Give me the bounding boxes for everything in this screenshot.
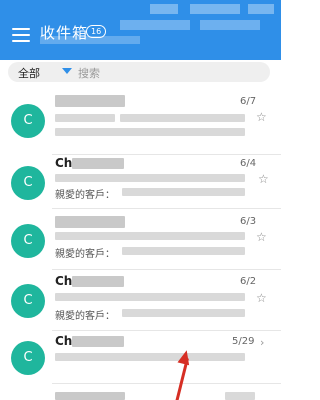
message-row[interactable]: C Ch 6/4 ☆ 親愛的客戶： (0, 156, 281, 220)
preview-blur (122, 247, 245, 255)
preview-blur (55, 232, 245, 240)
message-date: 6/7 (240, 96, 257, 107)
message-date: 6/4 (240, 158, 257, 169)
sender-name: Ch (55, 156, 73, 170)
preview-blur (122, 188, 245, 196)
date-blur (225, 392, 255, 400)
menu-icon[interactable] (12, 28, 30, 42)
header-blur (120, 20, 190, 30)
sender-blur (55, 216, 125, 228)
preview-blur (55, 128, 245, 136)
search-input[interactable]: 搜索 (78, 65, 100, 81)
preview-blur (55, 293, 245, 301)
app-header: 收件箱 16 (0, 0, 281, 60)
message-preview: 親愛的客戶： (55, 190, 115, 201)
sender-blur (72, 158, 124, 169)
status-bar-blur (190, 4, 240, 14)
dropdown-caret-icon[interactable] (62, 68, 72, 74)
preview-blur (55, 174, 245, 182)
sender-name: Ch (55, 334, 73, 348)
avatar: C (11, 341, 45, 375)
message-preview: 親愛的客戶： (55, 249, 115, 260)
sender-name: Ch (55, 274, 73, 288)
sender-blur (72, 276, 124, 287)
status-bar-blur (150, 4, 178, 14)
message-row[interactable]: C 6/7 ☆ (0, 92, 281, 156)
divider (52, 383, 281, 384)
search-bar[interactable]: 全部 搜索 (8, 62, 270, 82)
sender-blur (55, 392, 125, 400)
divider (52, 269, 281, 270)
preview-blur (120, 114, 245, 122)
filter-dropdown[interactable]: 全部 (18, 65, 40, 81)
preview-blur (55, 353, 245, 361)
message-preview: 親愛的客戶： (55, 311, 115, 322)
message-row[interactable]: C 6/3 ☆ 親愛的客戶： (0, 214, 281, 278)
message-date: 5/29 (232, 336, 255, 347)
divider (52, 330, 281, 331)
divider (52, 154, 281, 155)
divider (52, 208, 281, 209)
avatar: C (11, 166, 45, 200)
header-blur (40, 36, 140, 44)
avatar: C (11, 224, 45, 258)
star-icon[interactable]: ☆ (256, 110, 267, 124)
avatar: C (11, 284, 45, 318)
message-date: 6/3 (240, 216, 257, 227)
avatar: C (11, 104, 45, 138)
sender-blur (72, 336, 124, 347)
status-bar-blur (248, 4, 274, 14)
message-row[interactable] (0, 388, 281, 400)
star-icon[interactable]: ☆ (258, 172, 269, 186)
chevron-right-icon[interactable]: › (260, 336, 264, 349)
star-icon[interactable]: ☆ (256, 230, 267, 244)
message-row[interactable]: C Ch 6/2 ☆ 親愛的客戶： (0, 274, 281, 338)
star-icon[interactable]: ☆ (256, 291, 267, 305)
preview-blur (55, 114, 115, 122)
sender-blur (55, 95, 125, 107)
header-blur (200, 20, 260, 30)
preview-blur (122, 309, 245, 317)
message-date: 6/2 (240, 276, 257, 287)
